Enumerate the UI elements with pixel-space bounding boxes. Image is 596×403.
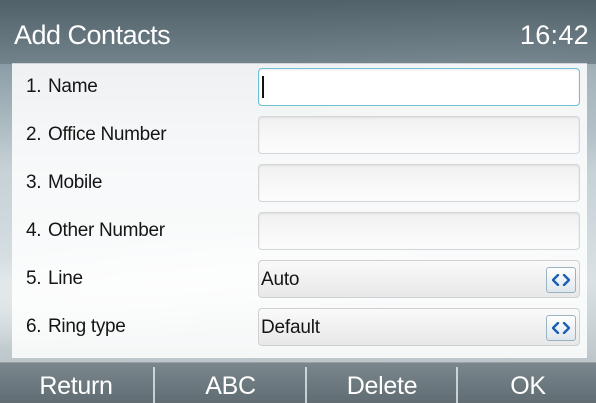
form-row-name[interactable]: 1. Name [12, 64, 587, 112]
form-row-mobile[interactable]: 3. Mobile [12, 160, 587, 208]
left-right-arrows-icon[interactable] [546, 267, 576, 293]
contact-form: 1. Name 2. Office Number 3. Mobile 4. Other … [12, 63, 587, 358]
title-bar: Add Contacts 16:42 [0, 0, 596, 64]
mobile-input[interactable] [258, 164, 580, 202]
row-label: 6. Ring type [26, 316, 126, 338]
softkey-divider [305, 367, 307, 403]
form-row-line[interactable]: 5. Line Auto [12, 256, 587, 304]
text-cursor [262, 76, 264, 98]
row-label: 3. Mobile [26, 172, 102, 194]
name-input[interactable] [258, 68, 580, 106]
softkey-divider [153, 367, 155, 403]
name-label: Name [48, 76, 98, 97]
form-row-ring-type[interactable]: 6. Ring type Default [12, 304, 587, 352]
other-number-label: Other Number [48, 220, 165, 241]
row-label: 1. Name [26, 76, 98, 98]
line-label: Line [48, 268, 83, 289]
row-number: 6. [26, 316, 42, 337]
office-number-label: Office Number [48, 124, 167, 145]
row-number: 5. [26, 268, 42, 289]
row-label: 4. Other Number [26, 220, 165, 242]
ring-type-select[interactable]: Default [258, 308, 580, 346]
left-right-arrows-icon[interactable] [546, 315, 576, 341]
abc-button[interactable]: ABC [157, 363, 304, 403]
row-number: 3. [26, 172, 42, 193]
softkey-bar: Return ABC Delete OK [0, 362, 596, 403]
row-label: 5. Line [26, 268, 83, 290]
ring-type-select-value: Default [261, 317, 320, 338]
office-number-input[interactable] [258, 116, 580, 154]
clock: 16:42 [519, 20, 589, 50]
return-button[interactable]: Return [0, 363, 152, 403]
other-number-input[interactable] [258, 212, 580, 250]
form-row-office-number[interactable]: 2. Office Number [12, 112, 587, 160]
page-title: Add Contacts [14, 20, 171, 50]
row-number: 2. [26, 124, 42, 145]
mobile-label: Mobile [48, 172, 103, 193]
row-label: 2. Office Number [26, 124, 167, 146]
delete-button[interactable]: Delete [309, 363, 455, 403]
form-row-other-number[interactable]: 4. Other Number [12, 208, 587, 256]
phone-screen: Add Contacts 16:42 1. Name 2. Office Numbe… [0, 0, 596, 403]
row-number: 4. [26, 220, 42, 241]
ok-button[interactable]: OK [460, 363, 596, 403]
softkey-divider [456, 367, 458, 403]
row-number: 1. [26, 76, 42, 97]
line-select-value: Auto [261, 269, 300, 290]
ring-type-label: Ring type [48, 316, 126, 337]
line-select[interactable]: Auto [258, 260, 580, 298]
